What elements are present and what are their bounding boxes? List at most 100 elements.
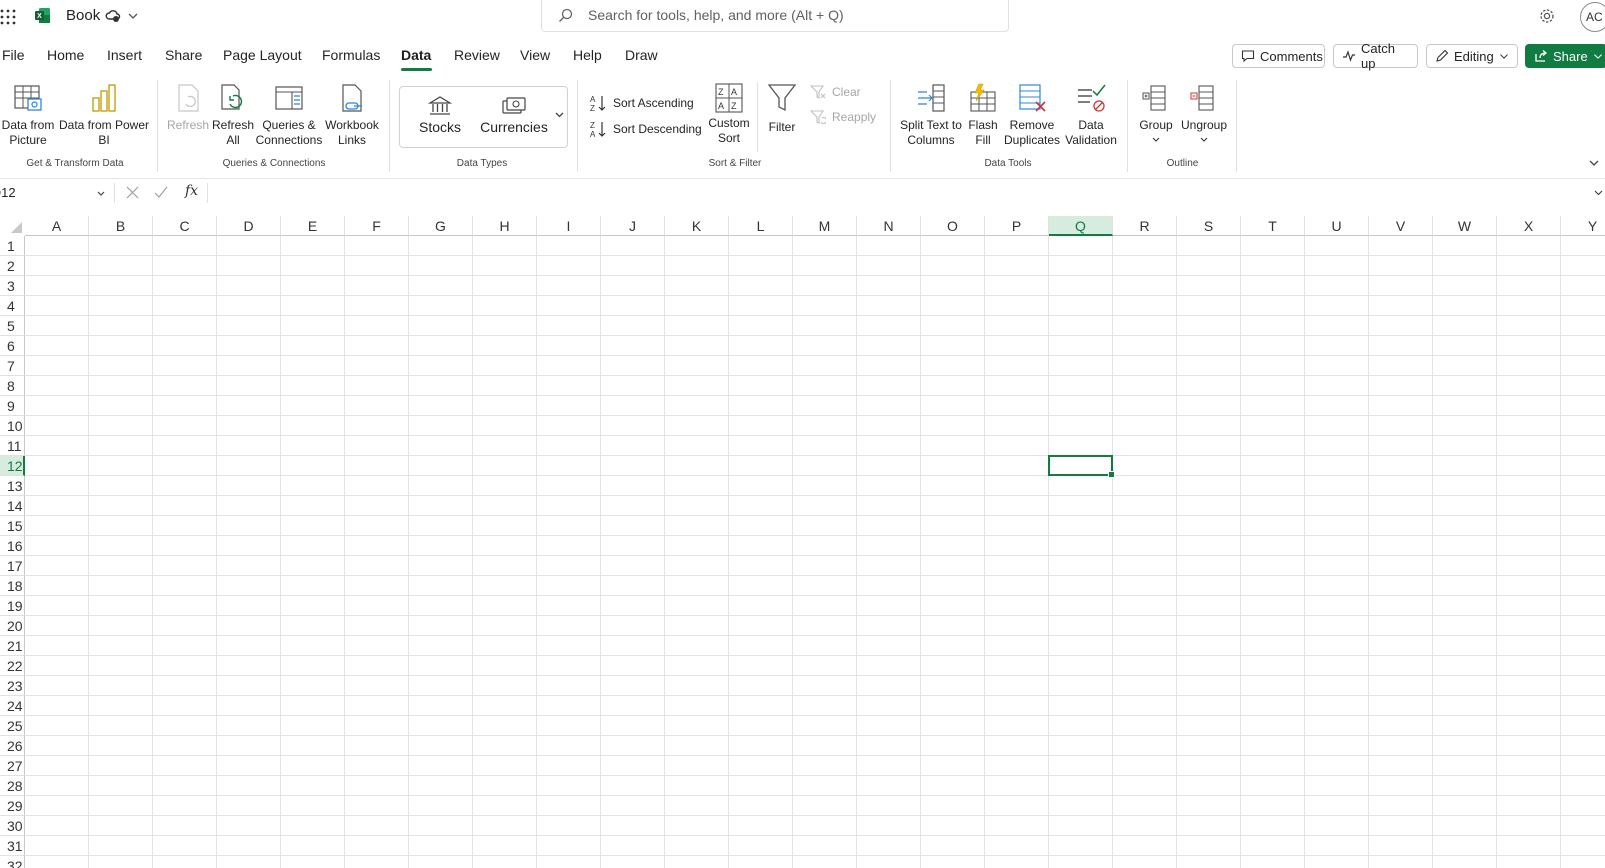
column-header-o[interactable]: O [921,216,985,236]
row-header-5[interactable]: 5 [0,316,25,336]
tab-review[interactable]: Review [454,47,500,63]
cancel-x-icon[interactable] [126,186,139,199]
row-header-21[interactable]: 21 [0,636,25,656]
tab-formulas[interactable]: Formulas [322,47,380,63]
column-header-j[interactable]: J [601,216,665,236]
editing-mode-button[interactable]: Editing [1426,44,1518,68]
data-from-picture-button[interactable]: Data from Picture [0,82,56,148]
share-button[interactable]: Share [1525,44,1605,68]
comments-button[interactable]: Comments [1232,44,1325,68]
tab-page-layout[interactable]: Page Layout [223,47,302,63]
sort-ascending-button[interactable]: AZ Sort Ascending [589,94,694,112]
row-header-30[interactable]: 30 [0,816,25,836]
user-avatar[interactable]: AC [1580,2,1605,32]
column-header-y[interactable]: Y [1561,216,1605,236]
name-box[interactable]: Q12 [0,184,108,204]
row-header-11[interactable]: 11 [0,436,25,456]
row-header-27[interactable]: 27 [0,756,25,776]
column-header-g[interactable]: G [409,216,473,236]
column-header-c[interactable]: C [153,216,217,236]
chevron-down-icon[interactable] [128,11,138,21]
column-header-f[interactable]: F [345,216,409,236]
column-header-q[interactable]: Q [1049,216,1113,236]
row-header-23[interactable]: 23 [0,676,25,696]
row-header-19[interactable]: 19 [0,596,25,616]
tab-share[interactable]: Share [165,47,202,63]
row-header-18[interactable]: 18 [0,576,25,596]
app-launcher-icon[interactable] [0,9,16,25]
ribbon-expand-chevron-icon[interactable] [1589,158,1599,168]
row-header-32[interactable]: 32 [0,856,25,868]
tab-file[interactable]: File [2,47,25,63]
column-header-k[interactable]: K [665,216,729,236]
row-header-29[interactable]: 29 [0,796,25,816]
refresh-button[interactable]: Refresh [166,82,210,133]
column-header-e[interactable]: E [281,216,345,236]
column-header-n[interactable]: N [857,216,921,236]
row-header-15[interactable]: 15 [0,516,25,536]
row-header-4[interactable]: 4 [0,296,25,316]
row-header-7[interactable]: 7 [0,356,25,376]
column-header-m[interactable]: M [793,216,857,236]
cell-area[interactable] [25,236,1605,868]
column-header-a[interactable]: A [25,216,89,236]
refresh-all-button[interactable]: Refresh All [210,82,256,148]
catch-up-button[interactable]: Catch up [1333,41,1418,71]
workbook-links-button[interactable]: Workbook Links [322,82,382,148]
stocks-button[interactable]: Stocks [410,95,470,135]
select-all-corner[interactable] [0,216,25,236]
workbook-name[interactable]: Book [66,7,100,24]
tab-view[interactable]: View [520,47,550,63]
row-header-10[interactable]: 10 [0,416,25,436]
group-button[interactable]: Group [1134,82,1178,145]
data-validation-button[interactable]: Data Validation [1062,82,1120,148]
row-header-1[interactable]: 1 [0,236,25,256]
fill-handle[interactable] [1108,471,1115,478]
tab-draw[interactable]: Draw [625,47,658,63]
flash-fill-button[interactable]: Flash Fill [964,82,1002,148]
row-header-31[interactable]: 31 [0,836,25,856]
tab-help[interactable]: Help [573,47,602,63]
filter-button[interactable]: Filter [763,82,801,135]
currencies-button[interactable]: Currencies [478,95,550,135]
tab-insert[interactable]: Insert [107,47,142,63]
column-header-b[interactable]: B [89,216,153,236]
settings-gear-icon[interactable] [1538,7,1556,25]
sort-descending-button[interactable]: ZA Sort Descending [589,120,702,138]
column-header-i[interactable]: I [537,216,601,236]
chevron-down-icon[interactable] [97,190,105,198]
worksheet-grid[interactable]: ABCDEFGHIJKLMNOPQRSTUVWXY 1 2 3 4 5 6 7 8 9 10 11 1… [0,216,1605,868]
split-text-to-columns-button[interactable]: Split Text to Columns [897,82,965,148]
reapply-button[interactable]: Reapply [810,109,876,125]
column-header-w[interactable]: W [1433,216,1497,236]
column-header-u[interactable]: U [1305,216,1369,236]
column-header-h[interactable]: H [473,216,537,236]
row-header-20[interactable]: 20 [0,616,25,636]
row-header-22[interactable]: 22 [0,656,25,676]
row-header-17[interactable]: 17 [0,556,25,576]
row-header-25[interactable]: 25 [0,716,25,736]
column-header-t[interactable]: T [1241,216,1305,236]
data-types-more-chevron-icon[interactable] [555,110,564,119]
row-header-2[interactable]: 2 [0,256,25,276]
active-cell-selection[interactable] [1048,455,1115,478]
row-header-16[interactable]: 16 [0,536,25,556]
row-header-6[interactable]: 6 [0,336,25,356]
row-header-28[interactable]: 28 [0,776,25,796]
custom-sort-button[interactable]: ZAAZ Custom Sort [706,82,752,146]
column-header-p[interactable]: P [985,216,1049,236]
insert-function-button[interactable]: fx [185,183,198,199]
row-header-12[interactable]: 12 [0,456,25,476]
column-header-x[interactable]: X [1497,216,1561,236]
row-header-26[interactable]: 26 [0,736,25,756]
column-header-r[interactable]: R [1113,216,1177,236]
row-header-14[interactable]: 14 [0,496,25,516]
search-box[interactable]: Search for tools, help, and more (Alt + … [541,0,1009,32]
remove-duplicates-button[interactable]: Remove Duplicates [1002,82,1062,148]
column-header-d[interactable]: D [217,216,281,236]
data-from-power-bi-button[interactable]: Data from Power BI [58,82,150,148]
enter-check-icon[interactable] [154,186,168,199]
tab-home[interactable]: Home [47,47,84,63]
clear-filter-button[interactable]: Clear [810,84,861,100]
row-header-8[interactable]: 8 [0,376,25,396]
